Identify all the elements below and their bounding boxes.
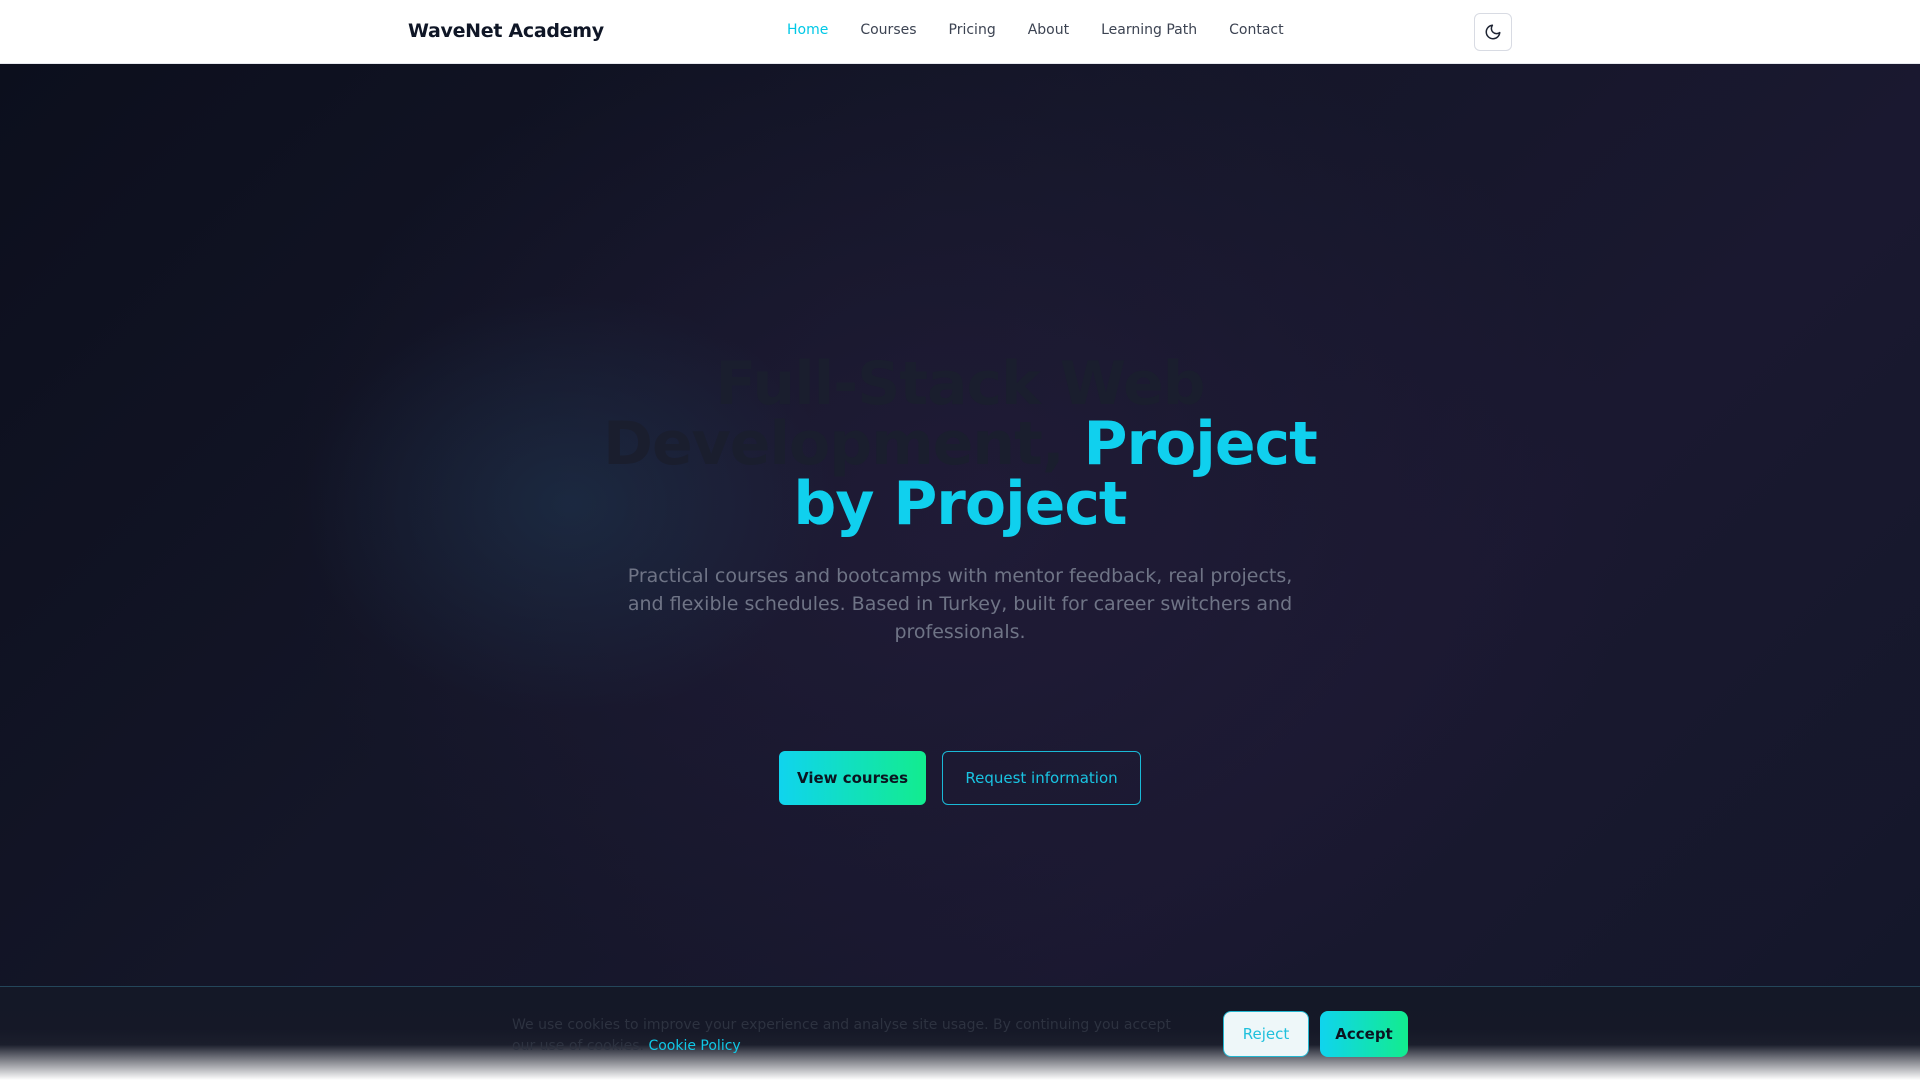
- view-courses-button[interactable]: View courses: [779, 751, 926, 805]
- nav-link-contact[interactable]: Contact: [1229, 22, 1283, 38]
- hero-subtitle: Practical courses and bootcamps with men…: [627, 565, 1293, 643]
- nav-link-courses[interactable]: Courses: [860, 22, 916, 38]
- theme-toggle-button[interactable]: [1474, 13, 1512, 51]
- cookie-banner: We use cookies to improve your experienc…: [0, 986, 1920, 1080]
- navbar: WaveNet Academy Home Courses Pricing Abo…: [0, 0, 1920, 64]
- cookie-text: We use cookies to improve your experienc…: [512, 1015, 1172, 1057]
- hero-title: Full-Stack Web Development, Project by P…: [560, 354, 1360, 534]
- accept-cookies-button[interactable]: Accept: [1320, 1011, 1408, 1057]
- moon-icon: [1485, 24, 1501, 40]
- nav-link-pricing[interactable]: Pricing: [949, 22, 996, 38]
- reject-cookies-button[interactable]: Reject: [1223, 1011, 1309, 1057]
- nav-link-about[interactable]: About: [1028, 22, 1069, 38]
- nav-link-home[interactable]: Home: [787, 22, 828, 38]
- nav-link-learning-path[interactable]: Learning Path: [1101, 22, 1197, 38]
- cookie-message: We use cookies to improve your experienc…: [512, 1017, 1171, 1054]
- main-nav: Home Courses Pricing About Learning Path…: [787, 22, 1284, 38]
- hero-section: Full-Stack Web Development, Project by P…: [0, 64, 1920, 986]
- request-information-button[interactable]: Request information: [942, 751, 1141, 805]
- brand-logo[interactable]: WaveNet Academy: [408, 20, 604, 42]
- cookie-policy-link[interactable]: Cookie Policy: [648, 1038, 740, 1054]
